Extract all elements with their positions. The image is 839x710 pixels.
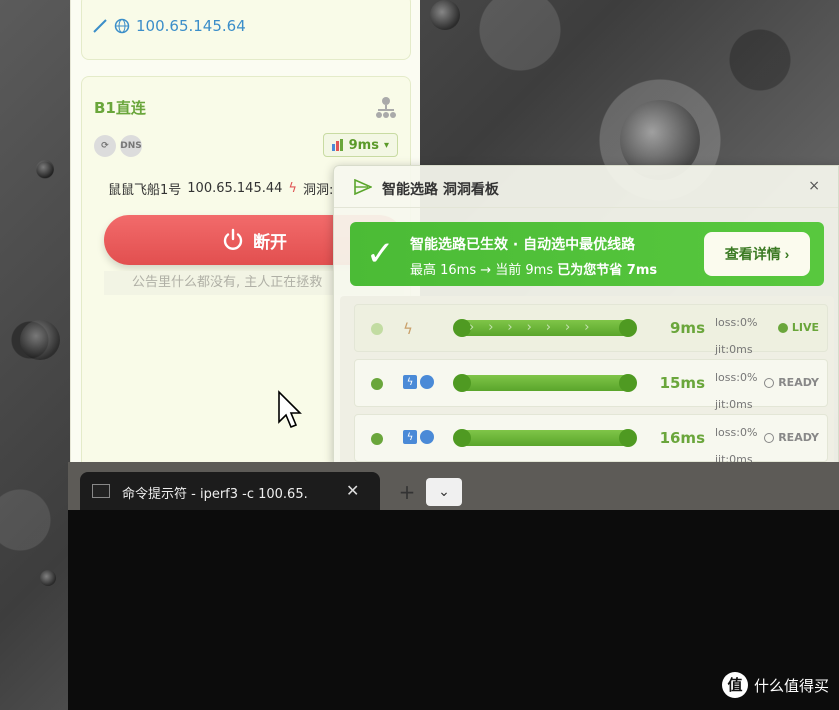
protocol-icons: ϟ [403, 430, 434, 444]
route-status-dot [371, 433, 383, 445]
node-ip: 100.65.145.44 [187, 181, 283, 196]
network-topology-icon[interactable] [374, 95, 398, 119]
ip-row: 100.65.145.64 [92, 17, 246, 35]
route-item[interactable]: ϟ 15ms loss:0% jit:0ms READY [354, 359, 828, 411]
packet-loss: loss:0% [715, 316, 758, 329]
view-details-button[interactable]: 查看详情 › [704, 232, 810, 276]
ready-ring-icon [764, 432, 775, 443]
protocol-icons: ϟ [403, 320, 413, 338]
bolt-icon: ϟ [288, 181, 297, 196]
banner-subtitle: 最高 16ms → 当前 9ms 已为您节省 7ms [410, 259, 657, 278]
link-icon [93, 19, 107, 33]
route-status-label: READY [778, 376, 819, 389]
moon-crater [430, 0, 460, 30]
route-status-badge: LIVE [777, 321, 819, 334]
route-list: ϟ ››››››› 9ms loss:0% jit:0ms LIVE ϟ 15m… [340, 296, 834, 466]
latency-bar: ››››››› [453, 319, 637, 337]
route-stats: loss:0% jit:0ms [715, 309, 757, 363]
watermark: 值 什么值得买 [721, 672, 829, 698]
latency-bar [453, 429, 637, 447]
close-icon[interactable]: × [808, 178, 820, 194]
route-latency: 9ms [670, 319, 705, 337]
protocol-icons: ϟ [403, 375, 434, 389]
checkmark-icon: ✓ [366, 234, 395, 274]
globe-icon [114, 18, 130, 34]
power-icon [223, 228, 243, 250]
latency-value: 9ms [348, 137, 379, 153]
bolt-box-icon: ϟ [403, 375, 417, 389]
route-latency: 16ms [659, 429, 705, 447]
latency-dropdown[interactable]: 9ms ▾ [322, 133, 398, 157]
node-info: 鼠鼠飞船1号 100.65.145.44 ϟ 洞洞: [108, 179, 333, 198]
globe-icon [420, 375, 434, 389]
route-latency: 15ms [659, 374, 705, 392]
moon-crater [36, 160, 54, 178]
status-banner: ✓ 智能选路已生效 · 自动选中最优线路 最高 16ms → 当前 9ms 已为… [350, 222, 824, 286]
disconnect-label: 断开 [253, 232, 287, 252]
panel-header: 智能选路 洞洞看板 × [334, 166, 838, 208]
mouse-cursor-icon [278, 390, 302, 429]
ip-card: 100.65.145.64 [81, 0, 411, 60]
route-status-badge: READY [764, 431, 819, 444]
moon-crater [40, 570, 56, 586]
packet-loss: loss:0% [715, 426, 758, 439]
route-status-label: READY [778, 431, 819, 444]
banner-title: 智能选路已生效 · 自动选中最优线路 [410, 237, 636, 253]
node-mode: 洞洞: [302, 183, 334, 198]
bolt-box-icon: ϟ [403, 430, 417, 444]
latency-comparison: 最高 16ms → 当前 9ms [410, 263, 554, 278]
route-status-dot [371, 378, 383, 390]
route-logo-icon [354, 179, 372, 195]
route-status-label: LIVE [791, 321, 819, 334]
saved-latency: 已为您节省 7ms [557, 263, 658, 278]
ready-ring-icon [764, 377, 775, 388]
dns-icon[interactable]: DNS [120, 135, 142, 157]
chevron-down-icon: ▾ [383, 139, 389, 151]
live-dot-icon [777, 322, 788, 333]
close-icon[interactable]: ✕ [346, 481, 359, 500]
route-item[interactable]: ϟ ››››››› 9ms loss:0% jit:0ms LIVE [354, 304, 828, 356]
bar-chart-icon [331, 139, 343, 151]
route-item[interactable]: ϟ 16ms loss:0% jit:0ms READY [354, 414, 828, 466]
watermark-logo: 值 [721, 672, 748, 698]
globe-icon [420, 430, 434, 444]
watermark-text: 什么值得买 [753, 676, 829, 695]
moon-crater [20, 320, 60, 360]
terminal-tab-bar: 命令提示符 - iperf3 -c 100.65. ✕ + ⌄ [68, 462, 839, 510]
route-stats: loss:0% jit:0ms [715, 364, 757, 418]
route-title: B1直连 [94, 99, 146, 117]
route-status-dot [371, 323, 383, 335]
bolt-icon: ϟ [403, 320, 413, 338]
panel-title: 智能选路 洞洞看板 [382, 182, 499, 198]
ip-address[interactable]: 100.65.145.64 [136, 17, 246, 35]
refresh-icon[interactable]: ⟳ [94, 135, 116, 157]
route-status-badge: READY [764, 376, 819, 389]
terminal-tab-title: 命令提示符 - iperf3 -c 100.65. [122, 487, 308, 502]
terminal-tab[interactable]: 命令提示符 - iperf3 -c 100.65. ✕ [80, 472, 380, 510]
new-tab-button[interactable]: + [390, 478, 424, 506]
route-tools: ⟳ DNS [94, 135, 142, 157]
latency-bar [453, 374, 637, 392]
tab-dropdown-button[interactable]: ⌄ [426, 478, 462, 506]
node-name: 鼠鼠飞船1号 [108, 183, 182, 198]
smart-route-panel: 智能选路 洞洞看板 × ✓ 智能选路已生效 · 自动选中最优线路 最高 16ms… [333, 165, 839, 466]
packet-loss: loss:0% [715, 371, 758, 384]
flow-arrows: ››››››› [469, 320, 604, 335]
terminal-icon [92, 484, 110, 498]
